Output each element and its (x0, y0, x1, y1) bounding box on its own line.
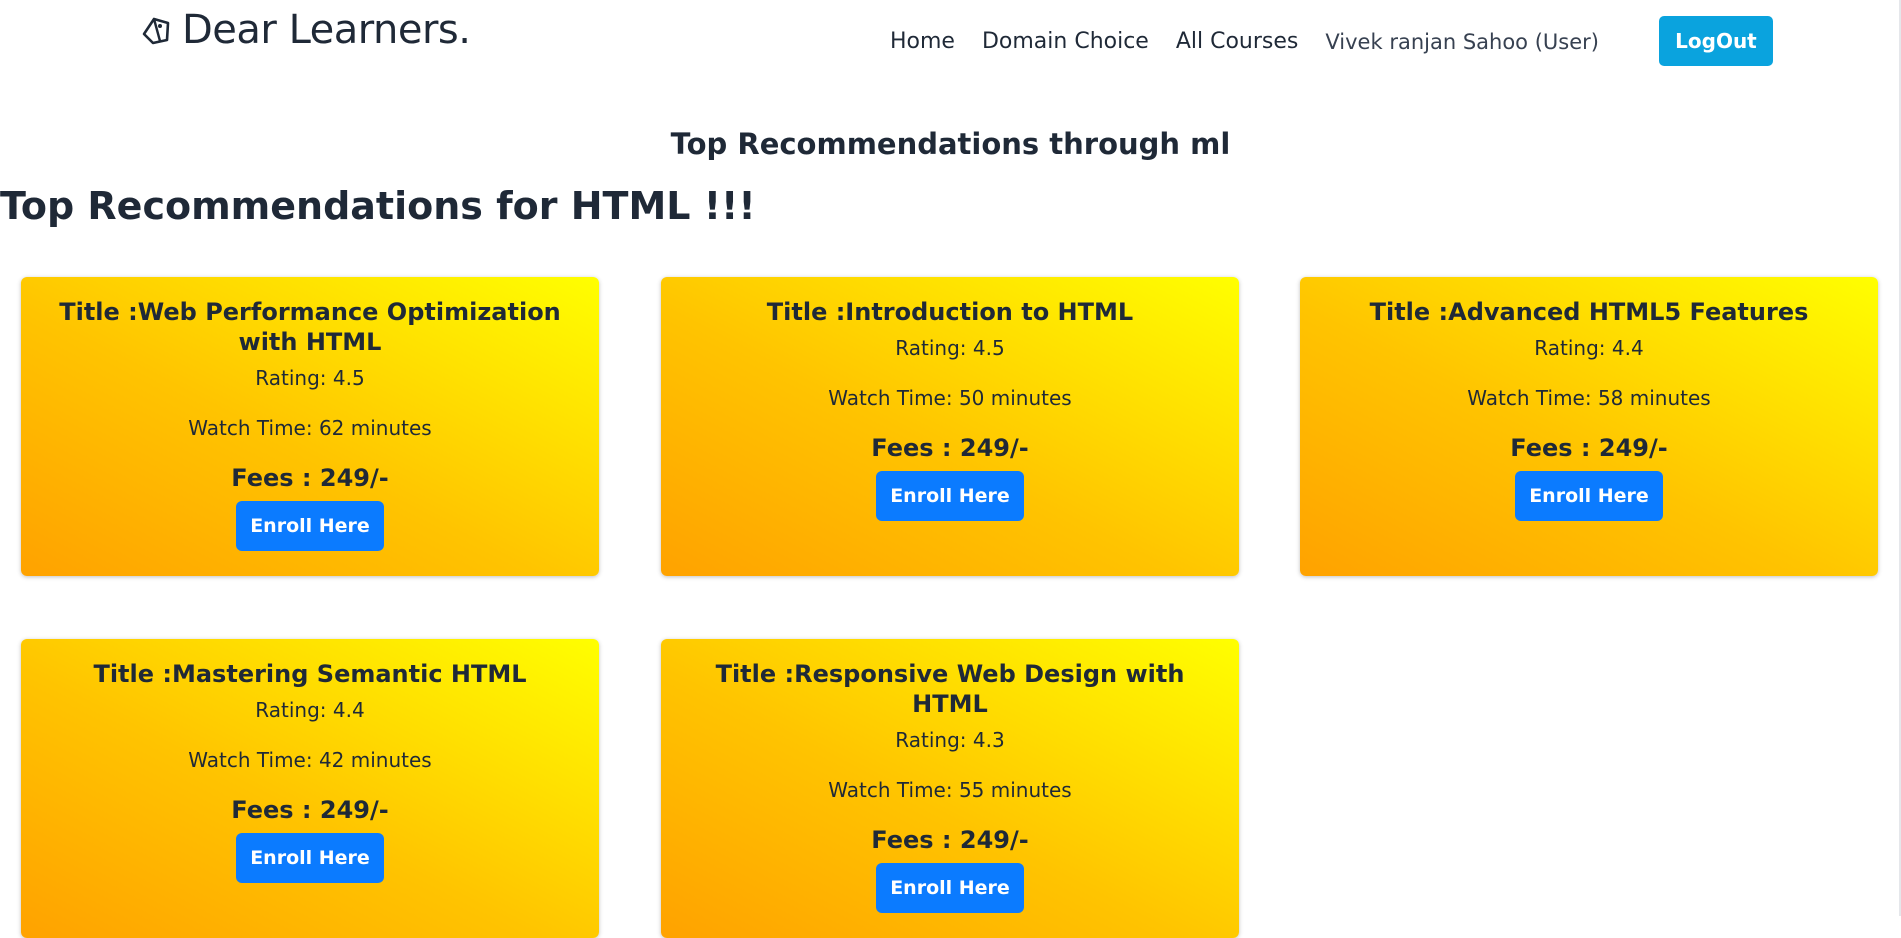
course-fees: Fees : 249/- (1510, 434, 1668, 462)
nav-all-courses-link[interactable]: All Courses (1176, 26, 1299, 58)
course-title: Title :Web Performance Optimization with… (59, 298, 561, 356)
nav-domain-choice-link[interactable]: Domain Choice (982, 26, 1149, 58)
course-card: Title :Advanced HTML5 Features Rating: 4… (1300, 277, 1878, 576)
nav-home-link[interactable]: Home (890, 26, 955, 58)
brand-link[interactable]: Dear Learners. (140, 8, 471, 52)
course-title: Title :Mastering Semantic HTML (93, 660, 527, 688)
course-card: Title :Web Performance Optimization with… (21, 277, 599, 576)
topic-recommendations-heading: Top Recommendations for HTML !!! (0, 184, 756, 228)
course-watch-time: Watch Time: 55 minutes (828, 778, 1072, 802)
course-card: Title :Introduction to HTML Rating: 4.5 … (661, 277, 1239, 576)
course-title: Title :Advanced HTML5 Features (1369, 298, 1809, 326)
tag-icon (140, 13, 174, 47)
logout-button[interactable]: LogOut (1658, 16, 1773, 66)
course-fees: Fees : 249/- (871, 826, 1029, 854)
course-watch-time: Watch Time: 50 minutes (828, 386, 1072, 410)
course-watch-time: Watch Time: 58 minutes (1467, 386, 1711, 410)
brand-name: Dear Learners. (182, 7, 471, 53)
course-watch-time: Watch Time: 42 minutes (188, 748, 432, 772)
enroll-button[interactable]: Enroll Here (236, 501, 384, 551)
course-card: Title :Responsive Web Design with HTML R… (661, 639, 1239, 938)
course-card: Title :Mastering Semantic HTML Rating: 4… (21, 639, 599, 938)
course-fees: Fees : 249/- (871, 434, 1029, 462)
course-rating: Rating: 4.4 (1534, 336, 1644, 360)
course-rating: Rating: 4.4 (255, 698, 365, 722)
navbar: Dear Learners. Home Domain Choice All Co… (0, 0, 1901, 70)
enroll-button[interactable]: Enroll Here (876, 471, 1024, 521)
ml-recommendations-heading: Top Recommendations through ml (670, 127, 1231, 161)
course-watch-time: Watch Time: 62 minutes (188, 416, 432, 440)
enroll-button[interactable]: Enroll Here (876, 863, 1024, 913)
course-fees: Fees : 249/- (231, 464, 389, 492)
enroll-button[interactable]: Enroll Here (1515, 471, 1663, 521)
course-title: Title :Introduction to HTML (766, 298, 1134, 326)
current-user-name: Vivek ranjan Sahoo (User) (1325, 30, 1599, 54)
course-title: Title :Responsive Web Design with HTML (715, 660, 1185, 718)
enroll-button[interactable]: Enroll Here (236, 833, 384, 883)
nav-links: Home Domain Choice All Courses Vivek ran… (890, 16, 1773, 66)
course-fees: Fees : 249/- (231, 796, 389, 824)
course-rating: Rating: 4.3 (895, 728, 1005, 752)
course-rating: Rating: 4.5 (255, 366, 365, 390)
course-rating: Rating: 4.5 (895, 336, 1005, 360)
